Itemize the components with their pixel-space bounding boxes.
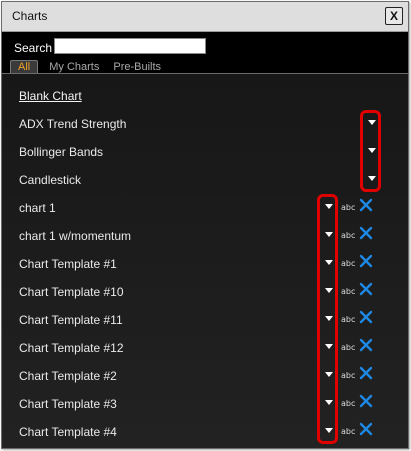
caret-down-icon[interactable] — [368, 148, 376, 153]
caret-down-icon[interactable] — [368, 176, 376, 181]
list-item-label: Chart Template #10 — [19, 285, 124, 299]
list-item-label: ADX Trend Strength — [19, 117, 127, 131]
list-item[interactable]: Chart Template #10 abc — [2, 278, 408, 306]
list-item-label: Chart Template #11 — [19, 313, 123, 327]
list-item[interactable]: Chart Template #4 abc — [2, 418, 408, 446]
delete-x-icon[interactable] — [359, 282, 373, 296]
caret-down-icon[interactable] — [325, 400, 333, 405]
charts-window: Charts X Search All My Charts Pre-Builts… — [1, 1, 409, 449]
delete-x-icon[interactable] — [359, 198, 373, 212]
list-item-label: Chart Template #3 — [19, 397, 117, 411]
delete-x-icon[interactable] — [359, 226, 373, 240]
list-item[interactable]: Bollinger Bands — [2, 138, 408, 166]
caret-down-icon[interactable] — [325, 316, 333, 321]
tab-all[interactable]: All — [10, 60, 39, 74]
list-item-label: Chart Template #4 — [19, 425, 117, 439]
caret-down-icon[interactable] — [325, 260, 333, 265]
list-item[interactable]: Candlestick — [2, 166, 408, 194]
list-item-label: chart 1 — [19, 201, 56, 215]
window-title: Charts — [12, 9, 48, 23]
delete-x-icon[interactable] — [359, 394, 373, 408]
rename-icon[interactable]: abc — [341, 399, 355, 408]
delete-x-icon[interactable] — [359, 366, 373, 380]
list-item-label: Chart Template #1 — [19, 257, 117, 271]
list-item-label: chart 1 w/momentum — [19, 229, 132, 243]
list-item[interactable]: ADX Trend Strength — [2, 110, 408, 138]
search-label: Search — [14, 41, 53, 55]
list-item-label[interactable]: Blank Chart — [19, 89, 82, 103]
list-item[interactable]: chart 1 abc — [2, 194, 408, 222]
delete-x-icon[interactable] — [359, 254, 373, 268]
list-item[interactable]: chart 1 w/momentum abc — [2, 222, 408, 250]
caret-down-icon[interactable] — [325, 288, 333, 293]
list-item-label: Chart Template #2 — [19, 369, 117, 383]
list-item-label: Bollinger Bands — [19, 145, 104, 159]
rename-icon[interactable]: abc — [341, 287, 355, 296]
rename-icon[interactable]: abc — [341, 371, 355, 380]
rename-icon[interactable]: abc — [341, 343, 355, 352]
search-input[interactable] — [54, 38, 206, 54]
list-item[interactable]: Chart Template #1 abc — [2, 250, 408, 278]
list-item[interactable]: Chart Template #12 abc — [2, 334, 408, 362]
close-button[interactable]: X — [385, 7, 403, 25]
caret-down-icon[interactable] — [325, 344, 333, 349]
delete-x-icon[interactable] — [359, 310, 373, 324]
caret-down-icon[interactable] — [368, 120, 376, 125]
list-item-label: Chart Template #12 — [19, 341, 124, 355]
rename-icon[interactable]: abc — [341, 259, 355, 268]
delete-x-icon[interactable] — [359, 422, 373, 436]
rename-icon[interactable]: abc — [341, 315, 355, 324]
blank-chart-link[interactable]: Blank Chart — [2, 82, 408, 110]
list-item[interactable]: Chart Template #3 abc — [2, 390, 408, 418]
rename-icon[interactable]: abc — [341, 231, 355, 240]
toolbar: Search All My Charts Pre-Builts — [2, 32, 408, 74]
list-item[interactable]: Chart Template #11 abc — [2, 306, 408, 334]
chart-list: Blank Chart ADX Trend Strength Bollinger B… — [2, 74, 408, 448]
caret-down-icon[interactable] — [325, 204, 333, 209]
caret-down-icon[interactable] — [325, 232, 333, 237]
rename-icon[interactable]: abc — [341, 203, 355, 212]
title-bar[interactable]: Charts X — [2, 2, 408, 32]
rename-icon[interactable]: abc — [341, 427, 355, 436]
delete-x-icon[interactable] — [359, 338, 373, 352]
caret-down-icon[interactable] — [325, 428, 333, 433]
list-item[interactable]: Chart Template #2 abc — [2, 362, 408, 390]
caret-down-icon[interactable] — [325, 372, 333, 377]
list-item-label: Candlestick — [19, 173, 82, 187]
